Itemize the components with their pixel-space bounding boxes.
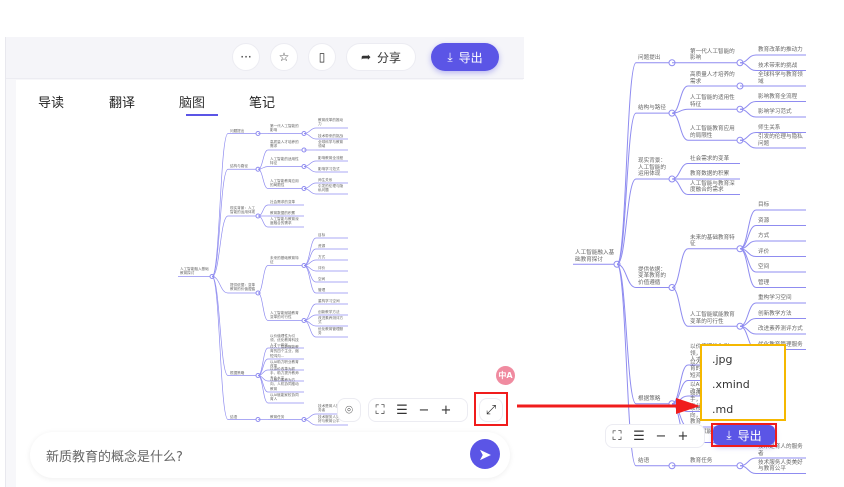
expand-levels-icon[interactable]: ☰ <box>628 429 650 444</box>
fullscreen-mindmap-toolbar: ⛶ ☰ − + <box>605 424 705 448</box>
export-format-menu: .jpg .xmind .md <box>700 344 786 421</box>
export-option-md[interactable]: .md <box>702 396 784 421</box>
zoom-out-button[interactable]: − <box>650 429 672 444</box>
highlight-export <box>711 423 777 447</box>
export-option-jpg[interactable]: .jpg <box>702 346 784 371</box>
export-option-xmind[interactable]: .xmind <box>702 371 784 396</box>
zoom-in-button[interactable]: + <box>672 429 694 444</box>
fit-view-icon[interactable]: ⛶ <box>606 429 628 444</box>
